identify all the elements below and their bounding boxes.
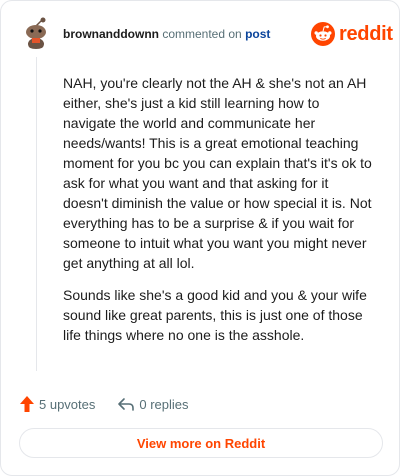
post-link[interactable]: post <box>245 27 270 41</box>
replies-count: 0 replies <box>139 396 189 412</box>
reddit-logo[interactable]: reddit <box>311 20 393 48</box>
snoo-avatar-icon[interactable] <box>19 15 53 49</box>
upvotes-button[interactable]: 5 upvotes <box>19 395 95 413</box>
replies-button[interactable]: 0 replies <box>117 396 189 412</box>
reply-arrow-icon <box>118 398 135 411</box>
author-name[interactable]: brownanddownn <box>63 27 159 41</box>
upvotes-count: 5 upvotes <box>39 396 96 412</box>
reddit-logo-icon <box>311 22 335 46</box>
comment-actions: 5 upvotes 0 replies <box>19 393 189 415</box>
thread-line <box>36 57 37 371</box>
comment-paragraph: NAH, you're clearly not the AH & she's n… <box>63 75 372 271</box>
view-more-on-reddit-button[interactable]: View more on Reddit <box>19 428 383 458</box>
comment-body: NAH, you're clearly not the AH & she's n… <box>63 73 375 357</box>
reddit-wordmark: reddit <box>339 22 393 45</box>
upvote-arrow-icon <box>20 396 34 412</box>
comment-paragraph: Sounds like she's a good kid and you & y… <box>63 287 367 343</box>
comment-embed-card: brownanddownn commented on post reddit N… <box>0 0 400 476</box>
commented-on-text: commented on <box>162 27 242 41</box>
comment-header: brownanddownn commented on post <box>63 26 270 42</box>
